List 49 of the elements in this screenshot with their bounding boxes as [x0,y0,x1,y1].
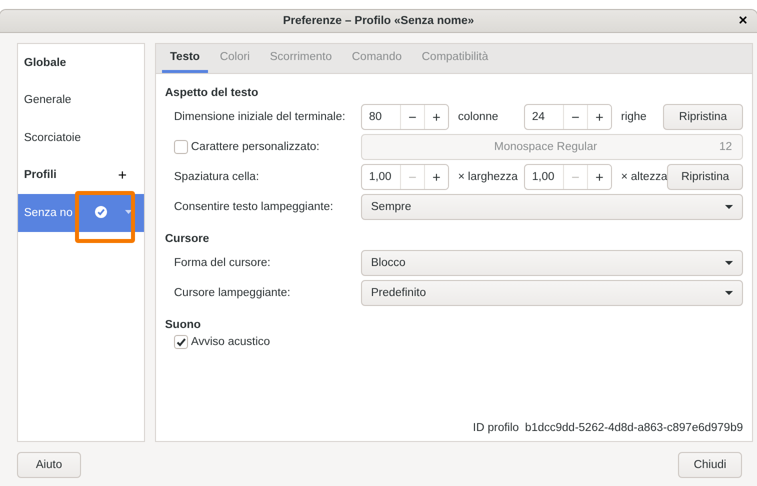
dropdown[interactable]: Sempre [361,194,743,220]
dropdown-arrow-icon [725,205,733,209]
sidebar-item[interactable]: Scorciatoie [18,119,144,156]
profile-id-value: b1dcc9dd-5262-4d8d-a863-c897e6d979b9 [524,422,743,434]
sidebar-item[interactable]: Senza no [18,194,144,232]
field-label: Forma del cursore: [174,256,272,271]
dropdown[interactable]: Predefinito [361,280,743,306]
spin-field[interactable]: 1,00 − + [361,164,449,190]
increment-button[interactable]: + [587,165,611,189]
field-label: Spaziatura cella: [174,170,260,185]
close-dialog-button[interactable]: Chiudi [678,452,742,478]
window-title: Preferenze – Profilo «Senza nome» [282,15,476,27]
field-label: Consentire testo lampeggiante: [174,200,334,215]
reset-button[interactable]: Ripristina [663,104,743,130]
sidebar-heading: Profili [24,169,57,182]
section-heading: Cursore [165,232,210,247]
sidebar-item-label: Senza no [24,206,73,219]
sidebar-item[interactable]: Generale [18,82,144,119]
sidebar-heading: Globale [24,56,66,69]
spin-field[interactable]: 24 − + [524,104,612,130]
unit-label: colonne [457,111,500,123]
field-label: Dimensione iniziale del terminale: [174,110,346,125]
help-button[interactable]: Aiuto [17,452,81,478]
sidebar-item-label: Generale [24,94,72,106]
increment-button[interactable]: + [424,165,448,189]
checkbox-label: Carattere personalizzato: [191,140,320,155]
unit-label: righe [620,111,647,123]
field-label: Cursore lampeggiante: [174,286,292,301]
tab[interactable]: Testo [162,44,208,73]
increment-button[interactable]: + [587,105,611,129]
add-profile-button[interactable]: + [112,167,126,184]
increment-button[interactable]: + [424,105,448,129]
checkbox-label: Avviso acustico [191,336,270,348]
dropdown-arrow-icon [725,261,733,265]
dropdown-arrow-icon [725,291,733,295]
spin-field[interactable]: 1,00 − + [524,164,612,190]
unit-label: × larghezza [457,171,519,183]
profile-id-label: ID profilo [472,422,519,434]
section-heading: Aspetto del testo [165,86,260,101]
sidebar-item-label: Scorciatoie [24,132,81,144]
caret-icon [125,210,132,214]
reset-button[interactable]: Ripristina [667,164,743,190]
close-button[interactable]: × [735,13,751,29]
dropdown[interactable]: Blocco [361,250,743,276]
unit-label: × altezza [620,171,668,183]
section-heading: Suono [165,318,202,333]
spin-field[interactable]: 80 − + [361,104,449,130]
checkmark-icon [176,337,186,347]
checkbox[interactable] [174,335,188,349]
